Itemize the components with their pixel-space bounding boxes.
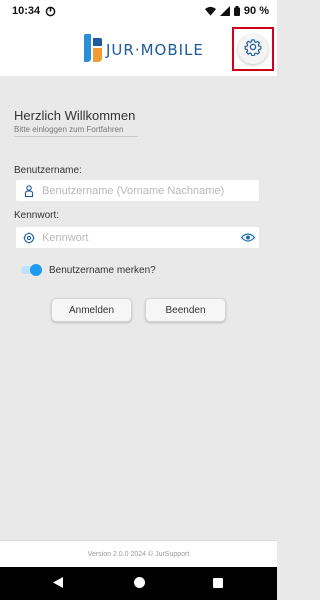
- username-input[interactable]: [42, 180, 259, 201]
- footer: Version 2.0.0 2024 © JurSupport: [0, 540, 277, 567]
- version-text: Version 2.0.0 2024 © JurSupport: [87, 550, 190, 558]
- welcome-subtitle: Bitte einloggen zum Fortfahren: [14, 125, 124, 134]
- logo-mark-icon: [82, 33, 102, 67]
- sync-icon: [45, 6, 56, 17]
- status-bar-left: 10:34: [12, 5, 56, 17]
- back-button[interactable]: [43, 567, 73, 600]
- gear-icon: [244, 38, 262, 61]
- app-logo: JUR·MOBILE: [82, 33, 204, 67]
- settings-button[interactable]: [232, 27, 274, 71]
- welcome-divider: [14, 136, 138, 137]
- back-icon: [53, 575, 63, 593]
- password-input[interactable]: [42, 227, 237, 248]
- remember-username-toggle[interactable]: [21, 264, 43, 276]
- username-field[interactable]: [16, 180, 259, 201]
- lock-icon: [16, 232, 42, 244]
- password-label: Kennwort:: [14, 210, 60, 221]
- toggle-knob: [30, 264, 42, 276]
- navigation-bar: [0, 567, 277, 600]
- recents-icon: [213, 575, 223, 593]
- login-button[interactable]: Anmelden: [51, 298, 132, 322]
- status-bar-right: 90 %: [204, 5, 269, 17]
- settings-button-circle[interactable]: [238, 34, 268, 64]
- app-header: JUR·MOBILE: [0, 22, 277, 76]
- eye-icon[interactable]: [237, 233, 259, 242]
- exit-button[interactable]: Beenden: [145, 298, 226, 322]
- status-time: 10:34: [12, 5, 41, 17]
- battery-level: 90 %: [243, 5, 269, 17]
- user-icon: [16, 184, 42, 197]
- home-icon: [133, 575, 145, 593]
- status-bar: 10:34 90 %: [0, 0, 277, 22]
- logo-text: JUR·MOBILE: [106, 41, 204, 59]
- remember-username-label: Benutzername merken?: [49, 264, 156, 276]
- recents-button[interactable]: [203, 567, 233, 600]
- username-label: Benutzername:: [14, 165, 82, 176]
- wifi-icon: [204, 6, 216, 16]
- remember-username-row[interactable]: Benutzername merken?: [21, 264, 156, 276]
- home-button[interactable]: [124, 567, 154, 600]
- welcome-title: Herzlich Willkommen: [14, 108, 136, 123]
- password-field[interactable]: [16, 227, 259, 248]
- battery-icon: [233, 6, 240, 16]
- signal-icon: [219, 6, 230, 16]
